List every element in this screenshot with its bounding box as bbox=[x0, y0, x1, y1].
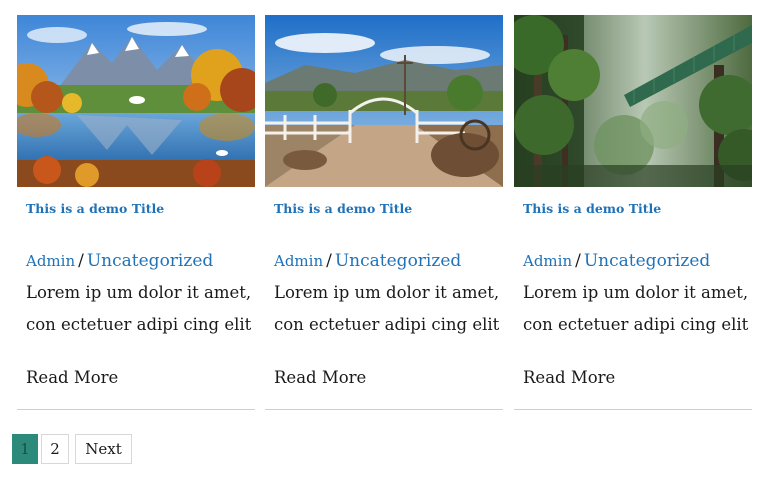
post-card: This is a demo Title Admin / Uncategorized… bbox=[265, 15, 503, 410]
ranch-gate-image bbox=[265, 15, 503, 187]
excerpt-line: con ectetuer adipi cing elit bbox=[523, 315, 749, 334]
post-thumbnail[interactable] bbox=[514, 15, 752, 187]
rainforest-bridge-image bbox=[514, 15, 752, 187]
post-card: This is a demo Title Admin / Uncategorized… bbox=[17, 15, 255, 410]
read-more-link[interactable]: Read More bbox=[26, 368, 118, 387]
excerpt-line: Lorem ip um dolor it amet, bbox=[26, 283, 252, 302]
post-excerpt: Lorem ip um dolor it amet, con ectetuer a… bbox=[523, 277, 755, 341]
page-2-link[interactable]: 2 bbox=[41, 434, 69, 464]
post-title-link[interactable]: This is a demo Title bbox=[523, 201, 661, 216]
meta-separator: / bbox=[575, 251, 581, 271]
post-title-link[interactable]: This is a demo Title bbox=[274, 201, 412, 216]
post-author-link[interactable]: Admin bbox=[26, 252, 75, 270]
post-author-link[interactable]: Admin bbox=[274, 252, 323, 270]
page-1-current: 1 bbox=[12, 434, 38, 464]
post-meta: Admin / Uncategorized bbox=[523, 251, 710, 271]
post-thumbnail[interactable] bbox=[17, 15, 255, 187]
excerpt-line: con ectetuer adipi cing elit bbox=[274, 315, 500, 334]
read-more-link[interactable]: Read More bbox=[274, 368, 366, 387]
post-category-link[interactable]: Uncategorized bbox=[584, 251, 710, 271]
post-author-link[interactable]: Admin bbox=[523, 252, 572, 270]
post-title-link[interactable]: This is a demo Title bbox=[26, 201, 164, 216]
excerpt-line: con ectetuer adipi cing elit bbox=[26, 315, 252, 334]
post-excerpt: Lorem ip um dolor it amet, con ectetuer a… bbox=[274, 277, 506, 341]
post-excerpt: Lorem ip um dolor it amet, con ectetuer a… bbox=[26, 277, 258, 341]
meta-separator: / bbox=[78, 251, 84, 271]
meta-separator: / bbox=[326, 251, 332, 271]
post-grid: This is a demo Title Admin / Uncategorized… bbox=[0, 0, 773, 420]
post-thumbnail[interactable] bbox=[265, 15, 503, 187]
post-category-link[interactable]: Uncategorized bbox=[335, 251, 461, 271]
autumn-lake-image bbox=[17, 15, 255, 187]
excerpt-line: Lorem ip um dolor it amet, bbox=[274, 283, 500, 302]
read-more-link[interactable]: Read More bbox=[523, 368, 615, 387]
post-meta: Admin / Uncategorized bbox=[26, 251, 213, 271]
excerpt-line: Lorem ip um dolor it amet, bbox=[523, 283, 749, 302]
post-category-link[interactable]: Uncategorized bbox=[87, 251, 213, 271]
next-page-link[interactable]: Next bbox=[75, 434, 132, 464]
post-card: This is a demo Title Admin / Uncategorized… bbox=[514, 15, 752, 410]
post-meta: Admin / Uncategorized bbox=[274, 251, 461, 271]
